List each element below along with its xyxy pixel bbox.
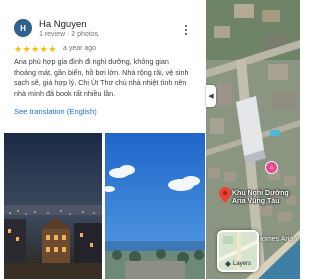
star-icon: ★: [48, 44, 57, 54]
nearby-place-label[interactable]: Homes Aria V: [257, 236, 300, 243]
reviewer-avatar[interactable]: H: [14, 19, 32, 37]
review-text: Aria phù hợp gia đình đi nghỉ dưỡng, khô…: [14, 57, 189, 98]
review-photo-sky-beach[interactable]: [105, 133, 205, 279]
review-panel: H Ha Nguyen 1 review · 2 photos ★ ★ ★ ★ …: [0, 0, 205, 279]
review-time: a year ago: [63, 45, 97, 52]
reviewer-meta: 1 review · 2 photos: [39, 31, 99, 38]
see-translation-link[interactable]: See translation (English): [14, 107, 97, 116]
star-icon: ★: [31, 44, 40, 54]
reviewer-name[interactable]: Ha Nguyen: [39, 19, 87, 30]
more-options-icon[interactable]: [179, 22, 193, 38]
place-name-label[interactable]: Khu Nghỉ Dưỡng Aria Vũng Tàu: [232, 190, 300, 206]
collapse-panel-icon[interactable]: ◀: [206, 85, 216, 107]
star-icon: ★: [22, 44, 31, 54]
star-icon: ★: [14, 44, 23, 54]
map-pin-icon[interactable]: [219, 187, 231, 203]
layers-icon: [225, 261, 231, 267]
poi-hotel-icon[interactable]: ⌂: [265, 161, 278, 174]
star-rating: ★ ★ ★ ★ ★: [14, 44, 56, 54]
star-icon: ★: [39, 44, 48, 54]
layers-button[interactable]: Layers: [217, 230, 259, 272]
layers-label: Layers: [233, 261, 252, 267]
review-photo-night-city[interactable]: [4, 133, 102, 279]
